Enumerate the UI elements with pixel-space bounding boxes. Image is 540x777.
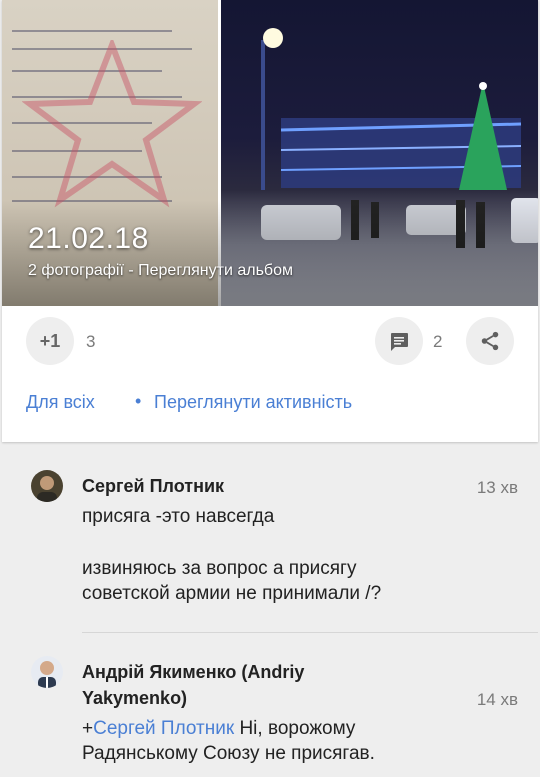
comment-text: извиняюсь за вопрос а присягу bbox=[82, 558, 357, 579]
view-activity-link[interactable]: Переглянути активність bbox=[154, 392, 352, 413]
visibility-link[interactable]: Для всіх bbox=[26, 392, 95, 413]
visibility-row: Для всіх • Переглянути активність bbox=[2, 391, 538, 428]
post-card: 21.02.18 2 фотографії - Переглянути альб… bbox=[2, 0, 538, 442]
plus-one-count: 3 bbox=[86, 332, 96, 351]
comment-text: Радянському Союзу не присягав. bbox=[82, 743, 375, 764]
comment-time: 13 хв bbox=[476, 478, 518, 497]
plus-one-button[interactable]: +1 bbox=[26, 317, 74, 365]
avatar[interactable] bbox=[31, 656, 63, 688]
avatar[interactable] bbox=[31, 470, 63, 502]
album-link[interactable]: 2 фотографії - Переглянути альбом bbox=[28, 262, 293, 280]
post-actions: +1 3 2 bbox=[2, 306, 538, 376]
comment-author[interactable]: Сергей Плотник bbox=[82, 474, 224, 498]
comment-text: советской армии не принимали /? bbox=[82, 583, 382, 604]
comment-time: 14 хв bbox=[476, 690, 518, 709]
divider bbox=[82, 632, 538, 633]
handwriting-stroke bbox=[12, 30, 172, 32]
comment-button[interactable] bbox=[375, 317, 423, 365]
mention-prefix: + bbox=[82, 718, 94, 739]
comment-author[interactable]: Андрій Якименко (Andriy bbox=[82, 660, 304, 684]
photo-album[interactable]: 21.02.18 2 фотографії - Переглянути альб… bbox=[2, 0, 538, 306]
comment-text: +Сергей Плотник Ні, ворожому bbox=[82, 716, 482, 741]
red-star-stamp bbox=[22, 40, 202, 208]
comment-author[interactable]: Yakymenko) bbox=[82, 686, 187, 710]
separator-dot: • bbox=[135, 391, 142, 411]
comment-text-part: Ні, ворожому bbox=[234, 718, 356, 739]
mention-link[interactable]: Сергей Плотник bbox=[93, 718, 234, 739]
comment-count: 2 bbox=[433, 332, 443, 351]
share-button[interactable] bbox=[466, 317, 514, 365]
comment-text: присяга -это навсегда bbox=[82, 506, 275, 527]
street-lamp bbox=[263, 28, 283, 48]
comment-icon bbox=[391, 333, 408, 351]
share-icon bbox=[481, 331, 499, 351]
photo-date: 21.02.18 bbox=[28, 222, 149, 255]
